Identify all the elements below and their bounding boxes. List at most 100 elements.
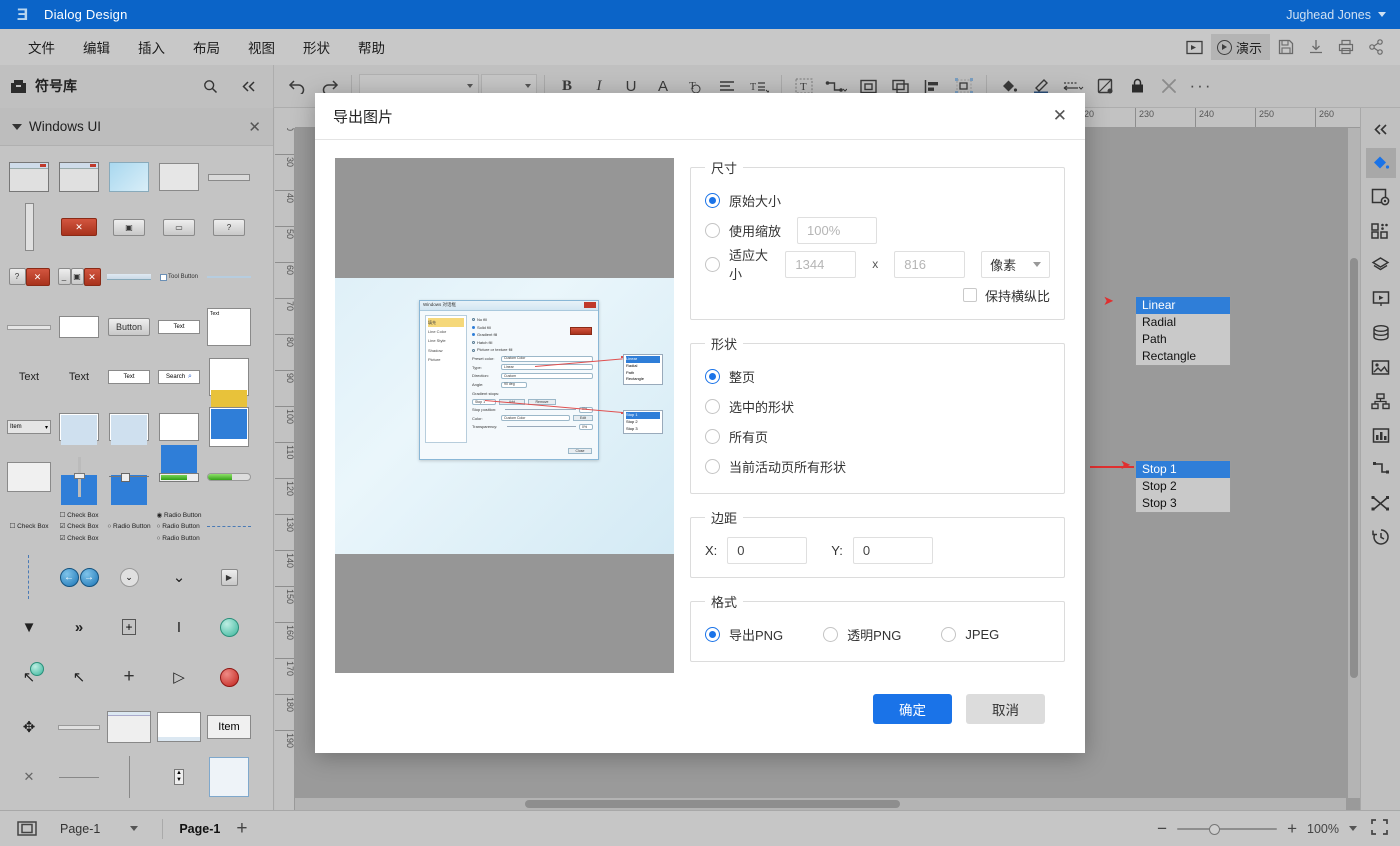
shape-item[interactable]: ▲▼	[155, 753, 203, 801]
chevron-double-left-icon[interactable]	[233, 71, 263, 101]
shadow-icon[interactable]	[1090, 71, 1120, 101]
shape-item[interactable]	[205, 253, 253, 301]
page-tab[interactable]: Page-1	[179, 822, 220, 836]
shape-item[interactable]	[155, 153, 203, 201]
shape-item[interactable]	[55, 753, 103, 801]
cancel-button[interactable]: 取消	[966, 694, 1045, 724]
shape-item[interactable]: ⓘ	[55, 803, 103, 810]
shape-item[interactable]	[55, 703, 103, 751]
fullscreen-icon[interactable]	[1367, 819, 1388, 838]
shape-item[interactable]	[55, 153, 103, 201]
search-icon[interactable]	[195, 71, 225, 101]
lock-icon[interactable]	[1122, 71, 1152, 101]
save-icon[interactable]	[1272, 34, 1300, 60]
radio-all-pages[interactable]: 所有页	[705, 427, 768, 446]
list-item[interactable]: Linear	[1136, 297, 1230, 314]
history-icon[interactable]	[1366, 522, 1396, 552]
undo-icon[interactable]	[282, 71, 312, 101]
zoom-slider[interactable]	[1177, 823, 1277, 835]
print-icon[interactable]	[1332, 34, 1360, 60]
shape-item[interactable]: ↖	[5, 653, 53, 701]
shape-item[interactable]	[155, 703, 203, 751]
shape-item[interactable]: ❓	[105, 803, 153, 810]
database-icon[interactable]	[1366, 318, 1396, 348]
zoom-in-button[interactable]: +	[1287, 819, 1297, 839]
zoom-level-value[interactable]: 100%	[1307, 822, 1339, 836]
shape-item[interactable]	[5, 203, 53, 251]
chart-icon[interactable]	[1366, 420, 1396, 450]
shape-item[interactable]	[105, 453, 153, 501]
shape-item[interactable]: Text	[155, 303, 203, 351]
list-item[interactable]: Stop 2	[1136, 478, 1230, 495]
radio-use-scale[interactable]: 使用缩放	[705, 221, 781, 240]
shape-item[interactable]: Text	[205, 303, 253, 351]
hierarchy-icon[interactable]	[1366, 386, 1396, 416]
library-section-header[interactable]: Windows UI ✕	[0, 108, 273, 146]
image-icon[interactable]	[1366, 352, 1396, 382]
list-item[interactable]: Rectangle	[1136, 348, 1230, 365]
shape-item[interactable]: Text	[105, 353, 153, 401]
shape-item[interactable]	[5, 303, 53, 351]
grid-icon[interactable]	[1366, 216, 1396, 246]
margin-x-input[interactable]: 0	[727, 537, 807, 564]
shape-item[interactable]: »	[55, 603, 103, 651]
fit-width-input[interactable]: 1344	[785, 251, 856, 278]
chevron-down-icon[interactable]	[1349, 826, 1357, 831]
radio-active-page-shapes[interactable]: 当前活动页所有形状	[705, 457, 846, 476]
shape-item[interactable]: ☐ Check Box☑ Check Box☑ Check Box	[55, 503, 103, 551]
shape-item[interactable]	[205, 503, 253, 551]
shape-item[interactable]: Item▾	[5, 403, 53, 451]
menu-item-help[interactable]: 帮助	[344, 33, 399, 61]
unit-select[interactable]: 像素	[981, 251, 1050, 278]
radio-jpeg[interactable]: JPEG	[941, 627, 999, 642]
list-item[interactable]: Path	[1136, 331, 1230, 348]
shuffle-icon[interactable]	[1366, 488, 1396, 518]
shape-item[interactable]: _▣✕	[55, 253, 103, 301]
shape-item[interactable]: +	[105, 603, 153, 651]
menu-item-edit[interactable]: 编辑	[69, 33, 124, 61]
margin-y-input[interactable]: 0	[853, 537, 933, 564]
shape-item[interactable]: ✥	[5, 703, 53, 751]
shape-item[interactable]	[5, 153, 53, 201]
shape-item[interactable]	[205, 153, 253, 201]
shape-item[interactable]: ○ Radio Button	[105, 503, 153, 551]
vertical-scrollbar[interactable]	[1348, 128, 1360, 798]
gradient-type-listbox[interactable]: Linear Radial Path Rectangle	[1135, 296, 1231, 366]
shape-item[interactable]	[105, 153, 153, 201]
scrollbar-thumb[interactable]	[525, 800, 900, 808]
shape-item[interactable]: ?	[205, 203, 253, 251]
shape-item[interactable]	[205, 353, 253, 401]
shape-item[interactable]: Button	[105, 303, 153, 351]
shape-item[interactable]: +	[105, 653, 153, 701]
shape-item[interactable]: Text	[55, 353, 103, 401]
shape-item[interactable]: I	[155, 603, 203, 651]
shape-item[interactable]: ↖	[55, 653, 103, 701]
triangle-down-icon[interactable]	[12, 124, 22, 130]
menu-item-file[interactable]: 文件	[14, 33, 69, 61]
gradient-stops-listbox[interactable]: Stop 1 Stop 2 Stop 3	[1135, 460, 1231, 513]
shape-item[interactable]	[105, 403, 153, 451]
shape-item[interactable]: ⚠	[5, 803, 53, 810]
shape-item[interactable]: ▷	[155, 653, 203, 701]
list-item[interactable]: Stop 3	[1136, 495, 1230, 512]
shape-item[interactable]: ▼	[5, 603, 53, 651]
zoom-out-button[interactable]: −	[1157, 819, 1167, 839]
shape-item[interactable]: ⌄	[155, 553, 203, 601]
shape-item[interactable]: ☐ Check Box	[5, 503, 53, 551]
radio-fit-size[interactable]: 适应大小	[705, 245, 769, 283]
shape-item[interactable]	[155, 453, 203, 501]
menu-item-layout[interactable]: 布局	[179, 33, 234, 61]
shape-item[interactable]: Item	[205, 703, 253, 751]
shape-item[interactable]: ←→	[55, 553, 103, 601]
shape-item[interactable]: ◉ Radio Button○ Radio Button○ Radio Butt…	[155, 503, 203, 551]
radio-whole-page[interactable]: 整页	[705, 367, 755, 386]
list-item[interactable]: Stop 1	[1136, 461, 1230, 478]
present-button[interactable]: 演示	[1211, 34, 1270, 60]
shape-item[interactable]: Text	[5, 353, 53, 401]
shape-item[interactable]	[105, 253, 153, 301]
shape-item[interactable]: ✕	[55, 203, 103, 251]
radio-export-png[interactable]: 导出PNG	[705, 625, 783, 644]
shape-item[interactable]	[55, 303, 103, 351]
shape-item[interactable]: ?✕	[5, 253, 53, 301]
shape-settings-icon[interactable]	[1366, 182, 1396, 212]
